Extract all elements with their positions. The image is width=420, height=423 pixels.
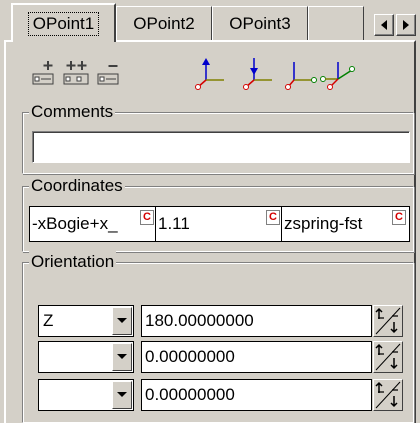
axis-up-point-icon <box>195 58 224 90</box>
dropdown-button[interactable] <box>112 307 132 335</box>
add-multiple-points-icon <box>63 61 89 85</box>
tab-scroll-right-button[interactable] <box>396 14 416 36</box>
remove-point-icon <box>97 65 119 85</box>
coordinates-title: Coordinates <box>29 175 125 197</box>
chevron-down-icon <box>117 354 127 359</box>
tab-partial[interactable] <box>308 6 364 40</box>
orientation-spin-button-3[interactable] <box>373 379 403 411</box>
coordinate-z-field[interactable]: zspring-fst C <box>281 206 410 242</box>
tab-opoint2[interactable]: OPoint2 <box>116 6 212 40</box>
coordinate-x-c-icon[interactable]: C <box>140 210 154 225</box>
tab-label: OPoint3 <box>229 13 291 33</box>
tab-opoint1[interactable]: OPoint1 <box>11 3 116 42</box>
axis-chain-icon <box>285 62 317 90</box>
arrow-right-icon <box>403 20 409 30</box>
orientation-title: Orientation <box>29 251 117 273</box>
axis-down-point-button[interactable] <box>240 56 276 90</box>
add-point-icon <box>32 61 54 85</box>
add-point-button[interactable] <box>30 56 60 90</box>
comments-field[interactable] <box>32 131 410 163</box>
spin-updown-icon <box>375 307 401 335</box>
spin-updown-icon <box>375 343 401 371</box>
tab-opoint3[interactable]: OPoint3 <box>212 6 308 40</box>
chevron-down-icon <box>117 392 127 397</box>
tab-scroll-left-button[interactable] <box>374 14 394 36</box>
orientation-axis-select-2[interactable] <box>38 341 134 373</box>
arrow-left-icon <box>381 20 387 30</box>
coordinate-x-value: -xBogie+x_ <box>32 214 118 233</box>
orientation-angle-field-2[interactable]: 0.00000000 <box>141 341 372 373</box>
coordinate-y-field[interactable]: 1.11 C <box>155 206 282 242</box>
orientation-spin-button-1[interactable] <box>373 305 403 337</box>
orientation-axis-value: Z <box>43 311 54 330</box>
dropdown-button[interactable] <box>112 343 132 371</box>
axis-down-point-icon <box>243 58 272 90</box>
orientation-angle-field-3[interactable]: 0.00000000 <box>141 379 372 411</box>
dropdown-button[interactable] <box>112 381 132 409</box>
remove-point-button[interactable] <box>95 56 125 90</box>
add-multiple-points-button[interactable] <box>62 56 92 90</box>
orientation-spin-button-2[interactable] <box>373 341 403 373</box>
orientation-axis-select-3[interactable] <box>38 379 134 411</box>
coordinate-z-value: zspring-fst <box>284 214 363 233</box>
axis-branch-icon <box>320 62 355 90</box>
coordinate-x-field[interactable]: -xBogie+x_ C <box>29 206 156 242</box>
coordinate-z-c-icon[interactable]: C <box>392 210 406 225</box>
axis-branch-button[interactable] <box>318 56 360 90</box>
tab-label: OPoint2 <box>133 13 195 33</box>
orientation-axis-select-1[interactable]: Z <box>38 305 134 337</box>
chevron-down-icon <box>117 318 127 323</box>
tab-label: OPoint1 <box>27 11 100 36</box>
coordinate-y-value: 1.11 <box>158 214 190 233</box>
comments-title: Comments <box>29 101 116 123</box>
spin-updown-icon <box>375 381 401 409</box>
axis-up-point-button[interactable] <box>192 56 228 90</box>
axis-chain-button[interactable] <box>284 56 320 90</box>
coordinate-y-c-icon[interactable]: C <box>266 210 280 225</box>
orientation-angle-field-1[interactable]: 180.00000000 <box>141 305 372 337</box>
